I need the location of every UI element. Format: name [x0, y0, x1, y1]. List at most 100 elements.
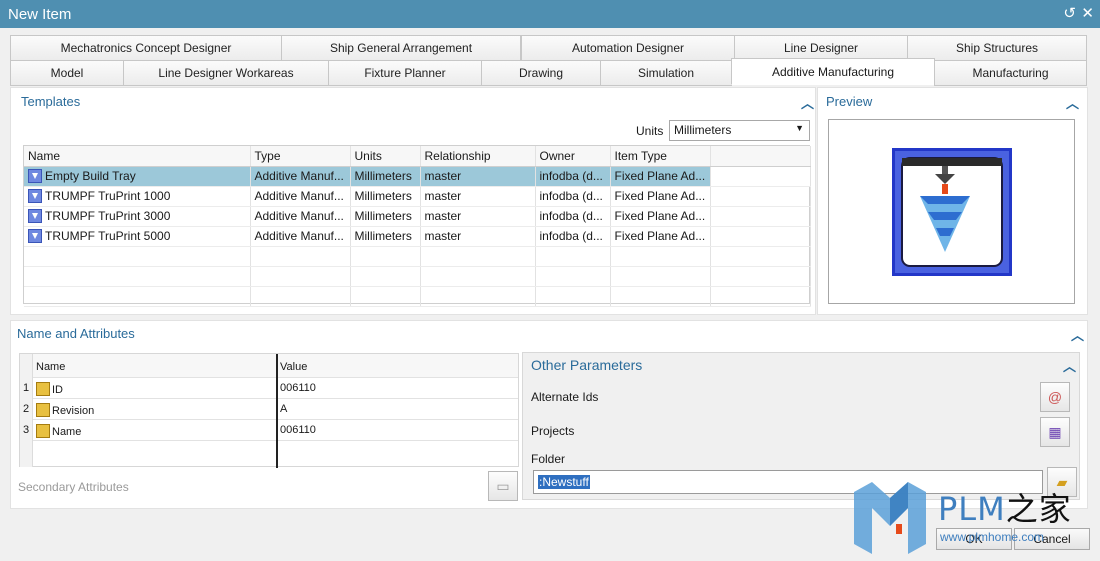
cell-name-text: Empty Build Tray	[45, 169, 136, 183]
cell-name-text: TRUMPF TruPrint 5000	[45, 229, 171, 243]
lock-icon	[36, 403, 50, 417]
cell-name: TRUMPF TruPrint 3000	[24, 206, 251, 227]
templates-collapse-icon[interactable]: ︿	[801, 93, 814, 112]
tab-mechatronics-concept-designer[interactable]: Mechatronics Concept Designer	[10, 35, 282, 61]
attribute-name: ID	[36, 382, 63, 396]
column-header-attr-value[interactable]: Value	[280, 361, 307, 373]
attribute-row[interactable]: 2 Revision A	[20, 399, 518, 420]
tab-manufacturing[interactable]: Manufacturing	[934, 60, 1087, 86]
cell-item-type: Fixed Plane Ad...	[610, 166, 711, 187]
tab-label: Model	[50, 66, 84, 80]
attribute-name-text: ID	[52, 384, 63, 396]
table-header-row: Name Type Units Relationship Owner Item …	[24, 146, 811, 167]
tab-ship-general-arrangement[interactable]: Ship General Arrangement	[281, 35, 521, 61]
table-row[interactable]: TRUMPF TruPrint 5000 Additive Manuf... M…	[24, 226, 811, 247]
cell-name-text: TRUMPF TruPrint 1000	[45, 189, 171, 203]
templates-table: Name Type Units Relationship Owner Item …	[24, 146, 811, 307]
watermark-brand-a: PLM	[938, 490, 1006, 528]
other-parameters-collapse-icon[interactable]: ︿	[1063, 356, 1076, 375]
cell-units: Millimeters	[350, 206, 421, 227]
table-row[interactable]: TRUMPF TruPrint 3000 Additive Manuf... M…	[24, 206, 811, 227]
cell-relationship: master	[420, 186, 536, 207]
tab-label: Mechatronics Concept Designer	[60, 41, 232, 55]
tab-line-designer-workareas[interactable]: Line Designer Workareas	[123, 60, 329, 86]
preview-collapse-icon[interactable]: ︿	[1066, 93, 1079, 112]
attribute-name: Revision	[36, 403, 94, 417]
cell-item-type: Fixed Plane Ad...	[610, 226, 711, 247]
template-icon	[28, 209, 42, 223]
row-index: 3	[20, 420, 33, 441]
attribute-name: Name	[36, 424, 81, 438]
alternate-ids-icon: @	[1047, 389, 1063, 405]
attribute-value[interactable]: A	[280, 403, 287, 415]
attribute-value[interactable]: 006110	[280, 424, 316, 436]
tab-fixture-planner[interactable]: Fixture Planner	[328, 60, 482, 86]
cell-type: Additive Manuf...	[250, 186, 351, 207]
name-attributes-title: Name and Attributes	[17, 326, 135, 341]
column-header-item-type[interactable]: Item Type	[610, 146, 711, 167]
attribute-row-empty	[20, 441, 518, 467]
cell-type: Additive Manuf...	[250, 166, 351, 187]
cell-empty	[710, 186, 811, 207]
cell-empty	[710, 206, 811, 227]
window-titlebar: New Item ↺ ✕	[0, 0, 1100, 28]
cell-relationship: master	[420, 226, 536, 247]
tab-label: Ship Structures	[955, 41, 1039, 55]
tab-label: Drawing	[518, 66, 563, 80]
table-row[interactable]: TRUMPF TruPrint 1000 Additive Manuf... M…	[24, 186, 811, 207]
plm-logo-icon	[854, 482, 926, 554]
attribute-value[interactable]: 006110	[280, 382, 316, 394]
units-select[interactable]: Millimeters ▼	[669, 120, 810, 141]
column-header-type[interactable]: Type	[250, 146, 351, 167]
cell-owner: infodba (d...	[535, 206, 611, 227]
table-row-empty	[24, 286, 811, 307]
secondary-attributes-button[interactable]: ▭	[488, 471, 518, 501]
attribute-row[interactable]: 3 Name 006110	[20, 420, 518, 441]
table-row[interactable]: Empty Build Tray Additive Manuf... Milli…	[24, 166, 811, 187]
tab-additive-manufacturing[interactable]: Additive Manufacturing	[731, 58, 935, 85]
attribute-name-text: Revision	[52, 405, 95, 417]
alternate-ids-button[interactable]: @	[1040, 382, 1070, 412]
attributes-table: Name Value 1 ID 006110 2 Revision A 3 Na…	[19, 353, 519, 468]
templates-title: Templates	[21, 94, 81, 109]
column-header-owner[interactable]: Owner	[535, 146, 611, 167]
tab-drawing[interactable]: Drawing	[481, 60, 601, 86]
tab-label: Manufacturing	[972, 66, 1049, 80]
lock-icon	[36, 382, 50, 396]
tab-label: Simulation	[637, 66, 695, 80]
attributes-header-row: Name Value	[20, 354, 518, 378]
plm-home-watermark: PLM之家 www.plmhome.com	[850, 478, 1100, 558]
column-divider[interactable]	[276, 354, 278, 468]
table-row-empty	[24, 246, 811, 267]
preview-image-frame	[828, 119, 1075, 304]
application-tabs: Mechatronics Concept Designer Ship Gener…	[10, 35, 1088, 87]
tab-automation-designer[interactable]: Automation Designer	[521, 35, 735, 61]
tab-model[interactable]: Model	[10, 60, 124, 86]
tab-label: Additive Manufacturing	[771, 64, 895, 79]
column-header-name[interactable]: Name	[24, 146, 251, 167]
name-attributes-collapse-icon[interactable]: ︿	[1071, 325, 1084, 344]
watermark-brand-b: 之家	[1005, 490, 1072, 528]
tab-simulation[interactable]: Simulation	[600, 60, 732, 86]
projects-label: Projects	[531, 424, 575, 438]
cell-name: TRUMPF TruPrint 5000	[24, 226, 251, 247]
tab-label: Line Designer Workareas	[158, 66, 294, 80]
cell-units: Millimeters	[350, 186, 421, 207]
other-parameters-title: Other Parameters	[531, 357, 643, 373]
reset-icon[interactable]: ↺	[1063, 4, 1076, 22]
additive-manufacturing-icon	[892, 148, 1012, 276]
template-icon	[28, 169, 42, 183]
column-header-attr-name[interactable]: Name	[36, 361, 65, 373]
column-header-units[interactable]: Units	[350, 146, 421, 167]
attribute-row[interactable]: 1 ID 006110	[20, 378, 518, 399]
cell-item-type: Fixed Plane Ad...	[610, 206, 711, 227]
cell-units: Millimeters	[350, 166, 421, 187]
tab-label: Line Designer	[783, 41, 859, 55]
close-icon[interactable]: ✕	[1081, 4, 1094, 22]
projects-button[interactable]: ▦	[1040, 417, 1070, 447]
folder-value: :Newstuff	[538, 475, 590, 489]
projects-icon: ▦	[1048, 423, 1062, 440]
units-label: Units	[636, 124, 664, 138]
cell-type: Additive Manuf...	[250, 226, 351, 247]
column-header-relationship[interactable]: Relationship	[420, 146, 536, 167]
